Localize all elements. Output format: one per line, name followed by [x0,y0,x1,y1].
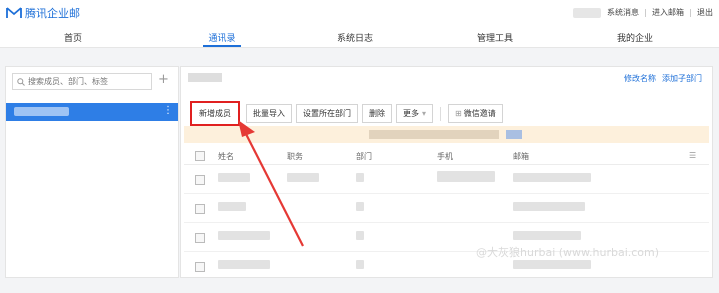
watermark: @大灰狼hurbai (www.hurbai.com) [476,246,660,259]
